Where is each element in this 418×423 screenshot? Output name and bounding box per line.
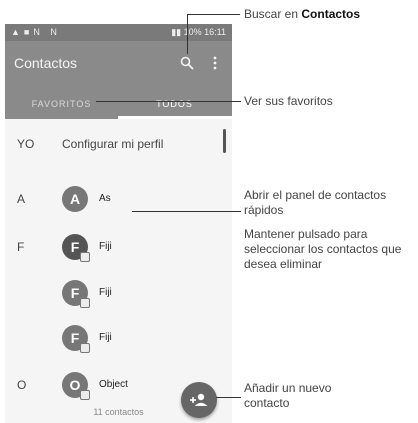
- avatar-badge-icon: [80, 390, 90, 400]
- callout-line-search-h: [187, 14, 240, 15]
- contact-name: Object: [99, 379, 128, 390]
- contact-name: Fiji: [99, 287, 112, 298]
- more-vert-icon[interactable]: [210, 55, 220, 71]
- section-letter: A: [17, 192, 26, 206]
- contact-row-as[interactable]: A A As: [5, 186, 232, 226]
- tab-bar: FAVORITOS TODOS: [5, 89, 232, 119]
- contact-name: Fiji: [99, 241, 112, 252]
- status-bar: ▲■N N ▮▮ 10% 16:11: [5, 24, 232, 41]
- add-contact-button[interactable]: [181, 382, 217, 418]
- section-letter: F: [17, 240, 25, 254]
- avatar[interactable]: A: [62, 186, 88, 212]
- notification-icons: ▲■N N: [11, 27, 61, 37]
- avatar[interactable]: F: [62, 234, 90, 262]
- callout-line-search: [187, 14, 188, 54]
- contact-row-fiji-3[interactable]: F Fiji: [5, 325, 232, 365]
- app-bar: Contactos: [5, 41, 232, 89]
- contact-name: As: [99, 193, 111, 204]
- section-letter: O: [17, 378, 27, 392]
- callout-line-add-contact: [216, 397, 241, 398]
- callout-line-quick-panel: [132, 211, 241, 212]
- avatar-badge-icon: [80, 252, 90, 262]
- annotation-search: Buscar en Contactos: [244, 7, 361, 21]
- avatar[interactable]: F: [62, 325, 90, 353]
- signal-icon: ▮▮: [171, 27, 182, 37]
- annotation-long-press: Mantener pulsado para seleccionar los co…: [244, 227, 402, 271]
- contact-row-fiji-2[interactable]: F Fiji: [5, 280, 232, 320]
- profile-row[interactable]: YO Configurar mi perfil: [5, 137, 232, 177]
- annotation-add-contact: Añadir un nuevo contacto: [244, 381, 332, 410]
- contact-name: Fiji: [99, 332, 112, 343]
- section-letter: YO: [17, 137, 35, 151]
- app-title: Contactos: [14, 55, 78, 71]
- avatar[interactable]: F: [62, 280, 90, 308]
- avatar-badge-icon: [80, 298, 90, 308]
- avatar[interactable]: O: [62, 372, 90, 400]
- annotation-favorites: Ver sus favoritos: [244, 94, 333, 108]
- add-contact-icon: [190, 393, 208, 406]
- avatar-badge-icon: [80, 343, 90, 353]
- annotation-quick-panel: Abrir el panel de contactos rápidos: [244, 188, 387, 217]
- contact-list[interactable]: YO Configurar mi perfil A A As F F Fiji …: [5, 119, 232, 423]
- contact-row-fiji-1[interactable]: F F Fiji: [5, 234, 232, 274]
- phone-screen: ▲■N N ▮▮ 10% 16:11 Contactos FAVORITOS T…: [5, 24, 232, 423]
- callout-line-favorites: [96, 101, 241, 102]
- search-icon[interactable]: [179, 55, 195, 71]
- clock: 16:11: [204, 27, 226, 37]
- profile-label: Configurar mi perfil: [62, 137, 164, 151]
